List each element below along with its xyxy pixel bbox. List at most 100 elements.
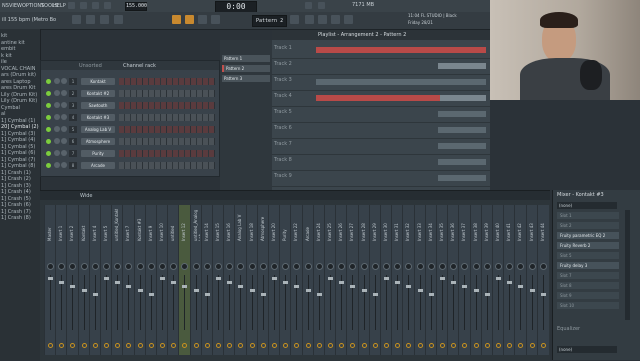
mixer-volume-fader[interactable] [518,285,524,288]
channel-volume-knob[interactable] [61,126,67,132]
audio-clip[interactable] [438,127,486,133]
channel-name-button[interactable]: Arcade [81,162,115,169]
mixer-volume-fader[interactable] [193,289,199,292]
pattern-item-selected[interactable]: Pattern 2 [222,65,270,72]
mixer-pan-knob[interactable] [170,263,178,270]
tempo-display[interactable]: 155.000 [125,2,147,11]
blend-notes-icon[interactable] [211,15,220,24]
mixer-volume-fader[interactable] [283,281,289,284]
channel-mute-led[interactable] [46,127,51,132]
channel-mixer-track[interactable]: 8 [69,162,77,169]
mixer-route-icon[interactable] [440,343,445,348]
mixer-route-icon[interactable] [238,343,244,348]
mixer-pan-knob[interactable] [271,263,278,270]
mixer-strip[interactable]: untitled_Analog Lab [189,205,202,355]
channel-rack-icon[interactable] [331,15,340,24]
mixer-strip[interactable]: Insert 37 [458,205,471,355]
browser-item[interactable]: 1] Cymbal (1) [1,118,35,124]
menu-item-help[interactable]: HELP [53,3,66,9]
mixer-volume-fader[interactable] [451,281,457,284]
mixer-pan-knob[interactable] [427,263,435,270]
browser-item[interactable]: 1] Crash (5) [1,196,31,202]
browser-item[interactable]: 1] Crash (6) [1,202,31,208]
track-label[interactable]: Track 4 [274,93,312,99]
mixer-pan-knob[interactable] [282,263,290,270]
step-edit-icon[interactable] [198,15,207,24]
browser-item[interactable]: Lily (Drum Kit) [1,92,37,98]
menu-item-view[interactable]: VIEW [9,3,22,9]
mixer-strip[interactable]: Insert 2 [66,205,79,355]
mixer-pan-knob[interactable] [259,263,267,270]
channel-volume-knob[interactable] [61,138,67,144]
pattern-selector[interactable]: Pattern 2 [252,15,287,27]
mixer-volume-fader[interactable] [182,285,188,288]
stop-button[interactable] [92,2,99,9]
mixer-volume-fader[interactable] [171,281,177,284]
mixer-route-icon[interactable] [249,343,255,348]
playlist-track[interactable]: Track 6 [272,122,490,139]
mixer-strip[interactable]: Insert 29 [368,205,381,355]
mixer-volume-fader[interactable] [115,281,121,284]
mixer-route-icon[interactable] [473,343,479,348]
mixer-route-icon[interactable] [339,343,345,348]
step-sequencer[interactable] [119,78,215,85]
step-sequencer[interactable] [119,138,215,145]
mixer-strip[interactable]: Master [44,205,56,355]
channel-volume-knob[interactable] [61,102,67,108]
mixer-volume-fader[interactable] [216,277,221,280]
browser-item[interactable]: ares Laptop [1,79,31,85]
mixer-volume-fader[interactable] [440,277,445,280]
mixer-strip[interactable]: Analog Lab V [234,205,247,355]
mixer-volume-fader[interactable] [316,293,322,296]
mixer-volume-fader[interactable] [328,277,333,280]
mixer-volume-fader[interactable] [294,285,300,288]
mixer-pan-knob[interactable] [483,263,491,270]
mixer-route-icon[interactable] [395,343,401,348]
mixer-route-icon[interactable] [70,343,76,348]
channel-name-button[interactable]: Sawtooth [81,102,115,109]
channel-filter[interactable]: Unsorted [79,63,102,69]
mixer-route-icon[interactable] [305,343,311,348]
mixer-pan-knob[interactable] [371,263,379,270]
mixer-pan-knob[interactable] [528,263,536,270]
mixer-volume-fader[interactable] [59,281,65,284]
mixer-route-icon[interactable] [406,343,412,348]
browser-item[interactable]: 1] Cymbal (8) [1,163,35,169]
mixer-route-icon[interactable] [518,343,524,348]
channel-pan-knob[interactable] [54,90,60,96]
mixer-pan-knob[interactable] [181,263,189,270]
mixer-strip[interactable]: Insert 1 [55,205,68,355]
input-selector[interactable]: (none) [557,202,617,209]
mixer-insert-slot[interactable]: Slot 5 [557,252,619,259]
mixer-insert-slot[interactable]: Slot 1 [557,212,619,219]
mixer-pan-knob[interactable] [439,263,446,270]
mixer-strip[interactable]: Kontakt [77,205,90,355]
mixer-route-icon[interactable] [417,343,423,348]
mixer-strip[interactable]: Insert 10 [156,205,168,355]
mixer-route-icon[interactable] [148,343,154,348]
browser-item[interactable]: kit [1,33,7,39]
mixer-volume-fader[interactable] [540,293,546,296]
mixer-strip[interactable]: Insert 33 [413,205,426,355]
pattern-item[interactable]: Pattern 1 [222,55,270,62]
mixer-strip[interactable]: Insert 24 [312,205,325,355]
browser-item[interactable]: 1] Cymbal (4) [1,137,35,143]
mixer-route-icon[interactable] [193,343,199,348]
mixer-insert-slot[interactable]: Slot 9 [557,292,619,299]
channel-volume-knob[interactable] [61,114,67,120]
mixer-pan-knob[interactable] [416,263,424,270]
mixer-pan-knob[interactable] [58,263,66,270]
audio-clip[interactable] [440,95,486,101]
mixer-route-icon[interactable] [160,343,165,348]
mixer-route-icon[interactable] [529,343,535,348]
mixer-route-icon[interactable] [507,343,513,348]
mixer-route-icon[interactable] [283,343,289,348]
browser-item[interactable]: 1] Cymbal (3) [1,131,35,137]
browser-item[interactable]: embit [1,46,15,52]
channel-mute-led[interactable] [46,79,51,84]
channel-row[interactable]: 6 Atmosphere [43,137,217,146]
mixer-strip[interactable]: Atmosphere [256,205,269,355]
mixer-strip[interactable]: Insert 30 [380,205,392,355]
mixer-pan-knob[interactable] [338,263,346,270]
mixer-pan-knob[interactable] [293,263,301,270]
